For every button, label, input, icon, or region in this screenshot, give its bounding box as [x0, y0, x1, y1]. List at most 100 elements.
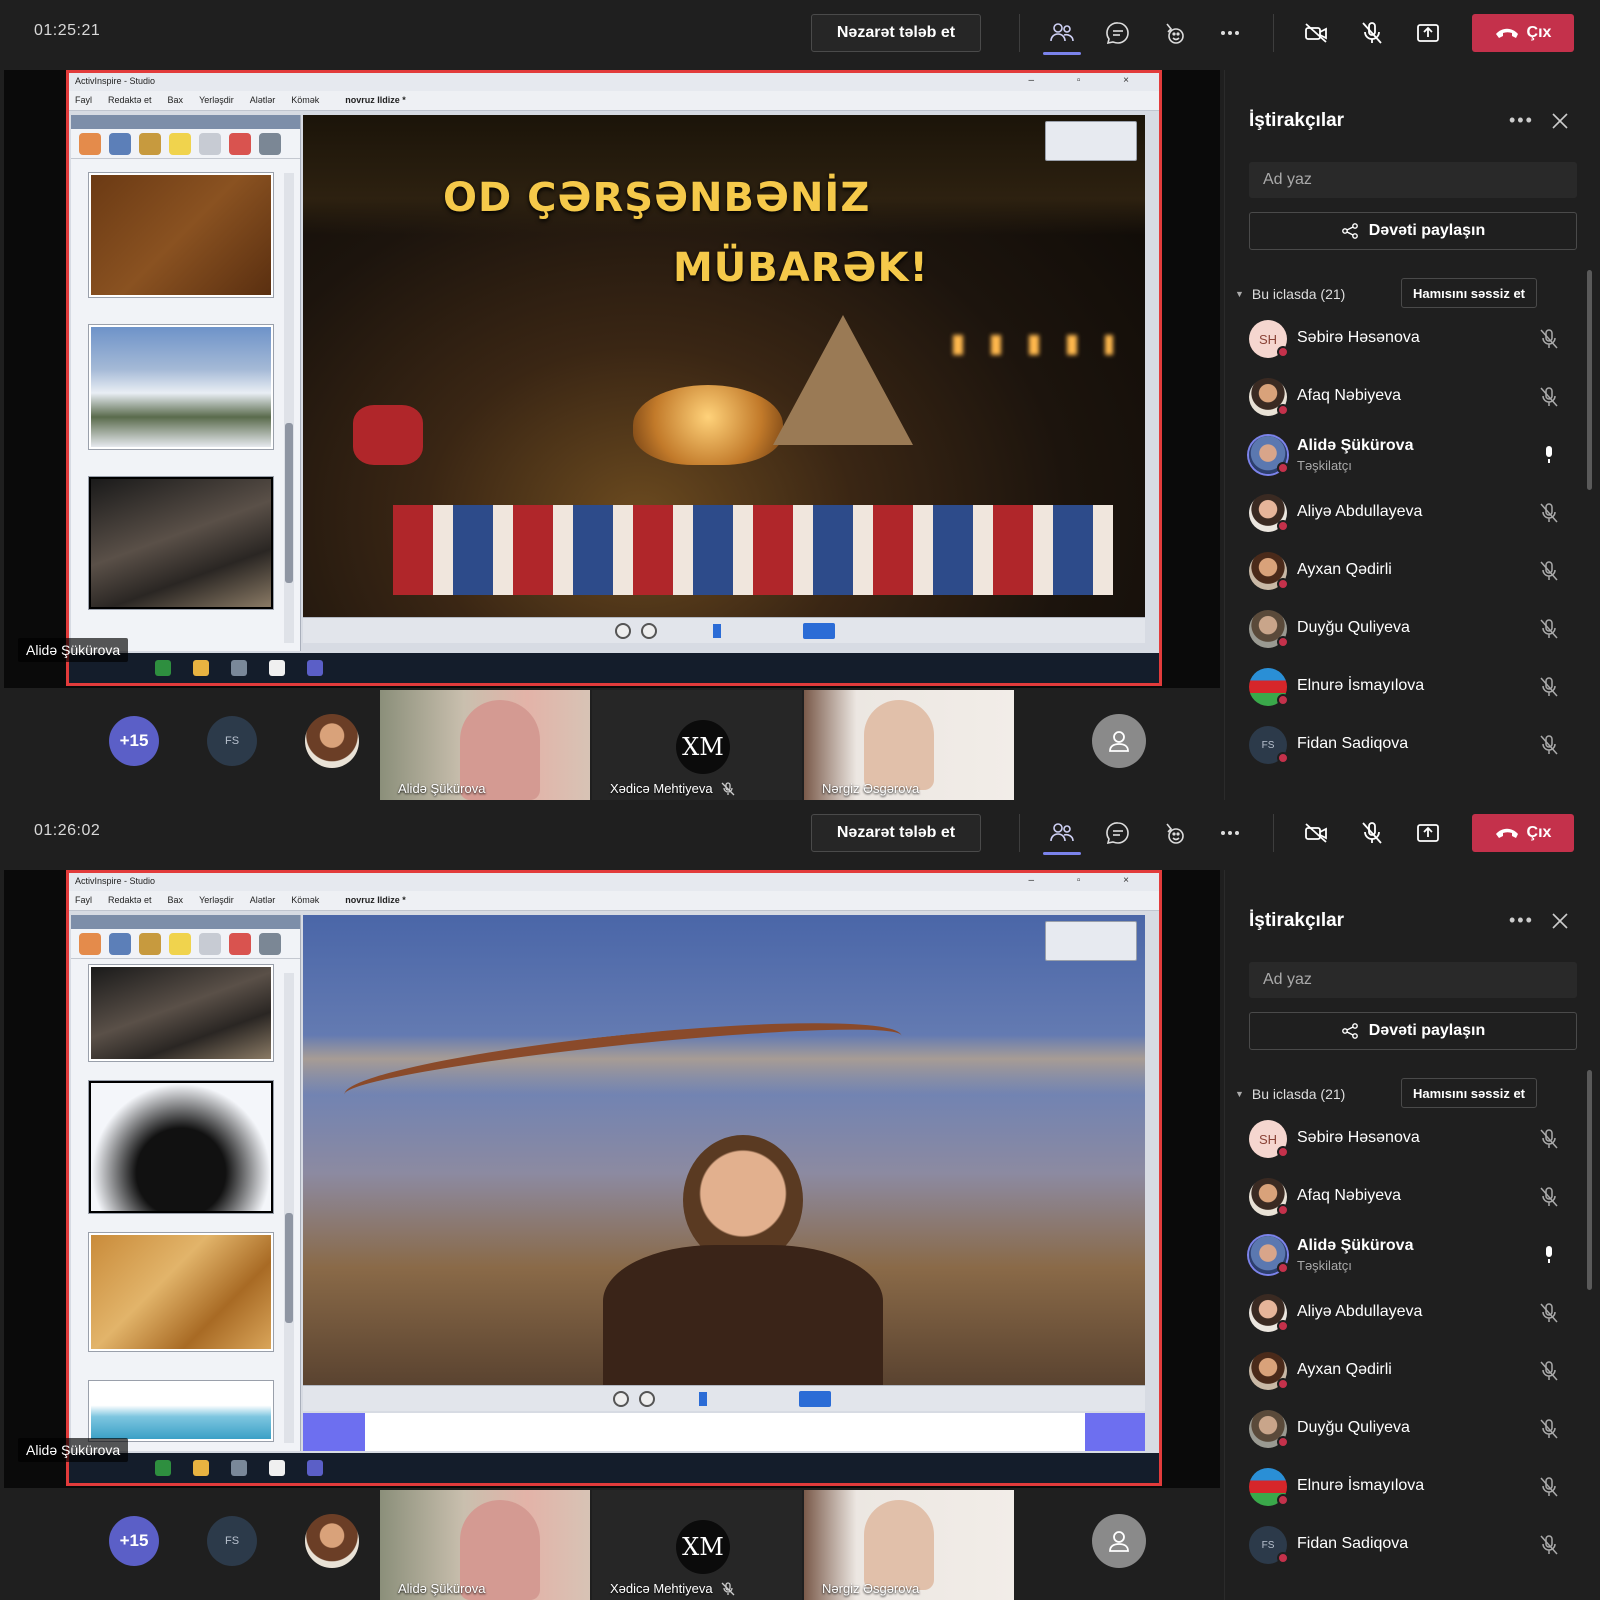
mic-icon	[1546, 446, 1552, 463]
menu-item: Alətlər	[249, 95, 276, 105]
participant-row[interactable]: Afaq Nəbiyeva	[1245, 374, 1565, 420]
reactions-icon[interactable]	[1155, 814, 1193, 852]
mic-off-icon	[1540, 619, 1558, 639]
leave-button[interactable]: Çıx	[1472, 14, 1574, 52]
chat-icon[interactable]	[1099, 14, 1137, 52]
meeting-toolbar: 01:25:21 Nəzarət tələb et Çıx	[0, 0, 1600, 66]
leave-label: Çıx	[1526, 24, 1552, 41]
leave-label: Çıx	[1526, 824, 1552, 841]
menu-item: Yerləşdir	[199, 95, 234, 105]
share-screen-icon[interactable]	[1409, 814, 1447, 852]
close-icon[interactable]	[1549, 910, 1571, 932]
mic-off-icon[interactable]	[1353, 814, 1391, 852]
participant-row[interactable]: Aliyə Abdullayeva	[1245, 1290, 1565, 1336]
panel-scrollbar[interactable]	[1587, 270, 1592, 490]
mic-off-icon	[1540, 1477, 1558, 1497]
share-screen-icon[interactable]	[1409, 14, 1447, 52]
meeting-screenshot-1: 01:25:21 Nəzarət tələb et Çıx ActivInspi…	[0, 0, 1600, 800]
request-control-button[interactable]: Nəzarət tələb et	[811, 814, 981, 852]
participant-row[interactable]: Duyğu Quliyeva	[1245, 606, 1565, 652]
shared-screen: ActivInspire - Studio – ▫ × Fayl Redaktə…	[66, 70, 1162, 686]
more-actions-icon[interactable]	[1211, 814, 1249, 852]
participant-row[interactable]: FS Fidan Sadiqova	[1245, 722, 1565, 768]
participant-avatar: FS	[207, 716, 257, 766]
participant-row[interactable]: Ayxan Qədirli	[1245, 548, 1565, 594]
panel-scrollbar[interactable]	[1587, 1070, 1592, 1290]
status-dot	[1277, 404, 1289, 416]
camera-off-icon[interactable]	[1297, 14, 1335, 52]
volume-slider[interactable]	[699, 1392, 707, 1406]
stop-icon[interactable]	[641, 623, 657, 639]
mic-off-icon[interactable]	[1353, 14, 1391, 52]
media-player-bar[interactable]	[303, 617, 1145, 643]
participant-row[interactable]: Aliyə Abdullayeva	[1245, 490, 1565, 536]
page-thumbnail	[89, 325, 273, 449]
camera-off-icon[interactable]	[1297, 814, 1335, 852]
document-tab: novruz Ildize *	[345, 95, 406, 105]
tool-icon	[169, 933, 191, 955]
participant-row[interactable]: Elnurə İsmayılova	[1245, 664, 1565, 710]
participant-search-input[interactable]: Ad yaz	[1249, 162, 1577, 198]
reactions-icon[interactable]	[1155, 14, 1193, 52]
participants-icon[interactable]	[1043, 14, 1081, 52]
video-frame: OD ÇƏRŞƏNBƏNİZ MÜBARƏK!	[303, 115, 1145, 617]
mic-icon	[1546, 1246, 1552, 1263]
close-icon[interactable]	[1549, 110, 1571, 132]
participants-icon[interactable]	[1043, 814, 1081, 852]
mute-all-button[interactable]: Hamısını səssiz et	[1401, 278, 1537, 308]
fullscreen-icon[interactable]	[803, 623, 835, 639]
volume-slider[interactable]	[713, 624, 721, 638]
media-player-bar[interactable]	[303, 1385, 1145, 1411]
participant-name: Aliyə Abdullayeva	[1297, 1303, 1423, 1320]
share-invite-button[interactable]: Dəvəti paylaşın	[1249, 1012, 1577, 1050]
pause-icon[interactable]	[615, 623, 631, 639]
overflow-participants-button[interactable]: +15	[109, 1516, 159, 1566]
overflow-participants-button[interactable]: +15	[109, 716, 159, 766]
leave-button[interactable]: Çıx	[1472, 814, 1574, 852]
participant-row[interactable]: Elnurə İsmayılova	[1245, 1464, 1565, 1510]
meeting-screenshot-2: 01:26:02 Nəzarət tələb et Çıx ActivInspi…	[0, 800, 1600, 1600]
participant-strip: +15 FS Alidə Şükürova XM Xədicə Mehtiyev…	[0, 1490, 1224, 1600]
browser-app-icon	[155, 1460, 171, 1476]
mute-all-button[interactable]: Hamısını səssiz et	[1401, 1078, 1537, 1108]
participant-row[interactable]: Duyğu Quliyeva	[1245, 1406, 1565, 1452]
panel-more-icon[interactable]: •••	[1509, 110, 1534, 131]
participant-row[interactable]: FS Fidan Sadiqova	[1245, 1522, 1565, 1568]
tool-icon	[259, 133, 281, 155]
participant-search-input[interactable]: Ad yaz	[1249, 962, 1577, 998]
status-dot	[1277, 752, 1289, 764]
participant-row[interactable]: SH Səbirə Həsənova	[1245, 316, 1565, 362]
panel-more-icon[interactable]: •••	[1509, 910, 1534, 931]
video-window-tools[interactable]	[1045, 921, 1137, 961]
participant-row[interactable]: SH Səbirə Həsənova	[1245, 1116, 1565, 1162]
page-browser-scrollbar[interactable]	[284, 973, 294, 1443]
in-meeting-section-toggle[interactable]: ▼ Bu iclasda (21)	[1235, 286, 1345, 302]
more-actions-icon[interactable]	[1211, 14, 1249, 52]
participant-row[interactable]: Afaq Nəbiyeva	[1245, 1174, 1565, 1220]
participant-row[interactable]: Alidə Şükürova Təşkilatçı	[1245, 1232, 1565, 1278]
fullscreen-icon[interactable]	[799, 1391, 831, 1407]
page-browser-scrollbar[interactable]	[284, 173, 294, 643]
chat-icon[interactable]	[1099, 814, 1137, 852]
organizer-role: Təşkilatçı	[1297, 458, 1352, 473]
toolbar-divider	[1019, 14, 1020, 52]
in-meeting-section-toggle[interactable]: ▼ Bu iclasda (21)	[1235, 1086, 1345, 1102]
video-window-tools[interactable]	[1045, 121, 1137, 161]
participant-name: Afaq Nəbiyeva	[1297, 387, 1402, 404]
video-text-line1: OD ÇƏRŞƏNBƏNİZ	[443, 175, 871, 221]
request-control-button[interactable]: Nəzarət tələb et	[811, 14, 981, 52]
folder-app-icon	[193, 1460, 209, 1476]
pause-icon[interactable]	[613, 1391, 629, 1407]
participant-initials-avatar: XM	[676, 1520, 730, 1574]
mic-off-icon	[1540, 1303, 1558, 1323]
stop-icon[interactable]	[639, 1391, 655, 1407]
folder-app-icon	[193, 660, 209, 676]
app-window-title: ActivInspire - Studio – ▫ ×	[69, 73, 1159, 91]
participant-row[interactable]: Alidə Şükürova Təşkilatçı	[1245, 432, 1565, 478]
share-invite-button[interactable]: Dəvəti paylaşın	[1249, 212, 1577, 250]
menu-item: Alətlər	[249, 895, 276, 905]
participant-row[interactable]: Ayxan Qədirli	[1245, 1348, 1565, 1394]
video-tile-name: Nərgiz Əsgərova	[822, 781, 920, 796]
mic-off-icon	[1540, 1129, 1558, 1149]
video-frame	[303, 915, 1145, 1385]
